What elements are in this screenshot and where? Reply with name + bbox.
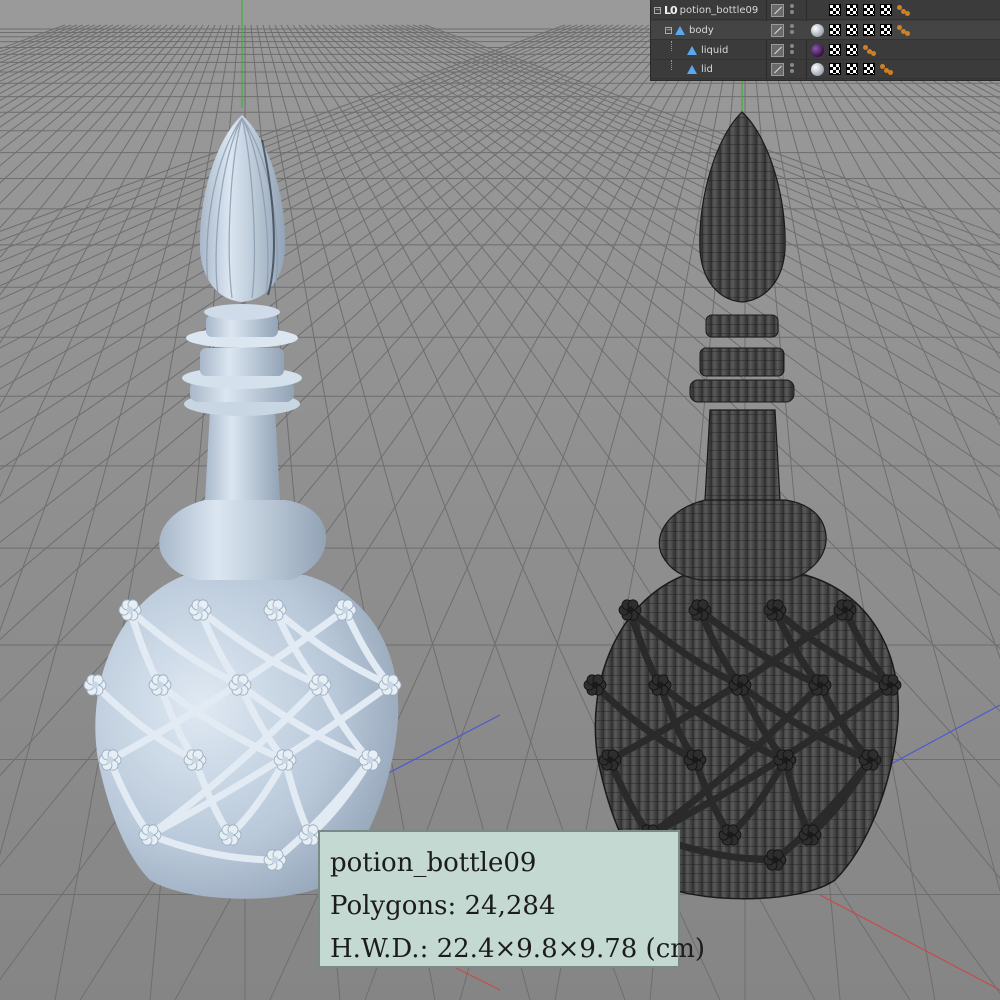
checker-tag-icon[interactable] xyxy=(829,44,841,56)
object-name: lid xyxy=(701,63,713,75)
phong-tag-icon[interactable] xyxy=(863,44,877,56)
object-name: body xyxy=(689,24,714,36)
polygon-object-icon xyxy=(687,45,697,55)
layer-icon[interactable] xyxy=(771,63,784,76)
model-dimensions: H.W.D.: 22.4×9.8×9.78 (cm) xyxy=(330,934,706,964)
object-row-body[interactable]: − body xyxy=(651,21,1000,40)
layer-icon[interactable] xyxy=(771,4,784,17)
tag-list xyxy=(811,21,911,40)
object-row-potion-bottle[interactable]: − L0 potion_bottle09 xyxy=(651,1,1000,20)
phong-tag-icon[interactable] xyxy=(897,24,911,36)
model-name: potion_bottle09 xyxy=(330,848,537,878)
checker-tag-icon[interactable] xyxy=(846,24,858,36)
checker-tag-icon[interactable] xyxy=(863,4,875,16)
checker-tag-icon[interactable] xyxy=(846,4,858,16)
polygon-count: Polygons: 24,284 xyxy=(330,891,556,921)
checker-tag-icon[interactable] xyxy=(846,63,858,75)
polygon-object-icon xyxy=(675,25,685,35)
phong-tag-icon[interactable] xyxy=(880,63,894,75)
polygon-object-icon xyxy=(687,64,697,74)
null-object-icon: L0 xyxy=(664,3,678,17)
tag-list xyxy=(811,1,911,20)
checker-tag-icon[interactable] xyxy=(880,4,892,16)
object-name: potion_bottle09 xyxy=(679,4,759,16)
object-manager-panel: − L0 potion_bottle09 − body liquid lid xyxy=(650,0,1000,81)
object-name: liquid xyxy=(701,44,729,56)
visibility-dots-icon[interactable] xyxy=(790,42,794,56)
checker-tag-icon[interactable] xyxy=(829,24,841,36)
tag-list xyxy=(811,60,894,79)
material-sphere-icon[interactable] xyxy=(811,43,824,57)
model-info-label: potion_bottle09 Polygons: 24,284 H.W.D.:… xyxy=(318,830,706,968)
checker-tag-icon[interactable] xyxy=(829,4,841,16)
visibility-dots-icon[interactable] xyxy=(790,61,794,75)
checker-tag-icon[interactable] xyxy=(880,24,892,36)
checker-tag-icon[interactable] xyxy=(829,63,841,75)
material-sphere-icon[interactable] xyxy=(811,23,824,37)
layer-icon[interactable] xyxy=(771,24,784,37)
phong-tag-icon[interactable] xyxy=(897,4,911,16)
visibility-dots-icon[interactable] xyxy=(790,22,794,36)
tag-list xyxy=(811,41,877,60)
checker-tag-icon[interactable] xyxy=(863,24,875,36)
object-row-lid[interactable]: lid xyxy=(651,60,1000,79)
checker-tag-icon[interactable] xyxy=(846,44,858,56)
visibility-dots-icon[interactable] xyxy=(790,2,794,16)
collapse-toggle-icon[interactable]: − xyxy=(665,26,672,34)
checker-tag-icon[interactable] xyxy=(863,63,875,75)
object-row-liquid[interactable]: liquid xyxy=(651,41,1000,60)
collapse-toggle-icon[interactable]: − xyxy=(654,6,661,14)
material-sphere-icon[interactable] xyxy=(811,62,824,76)
layer-icon[interactable] xyxy=(771,44,784,57)
